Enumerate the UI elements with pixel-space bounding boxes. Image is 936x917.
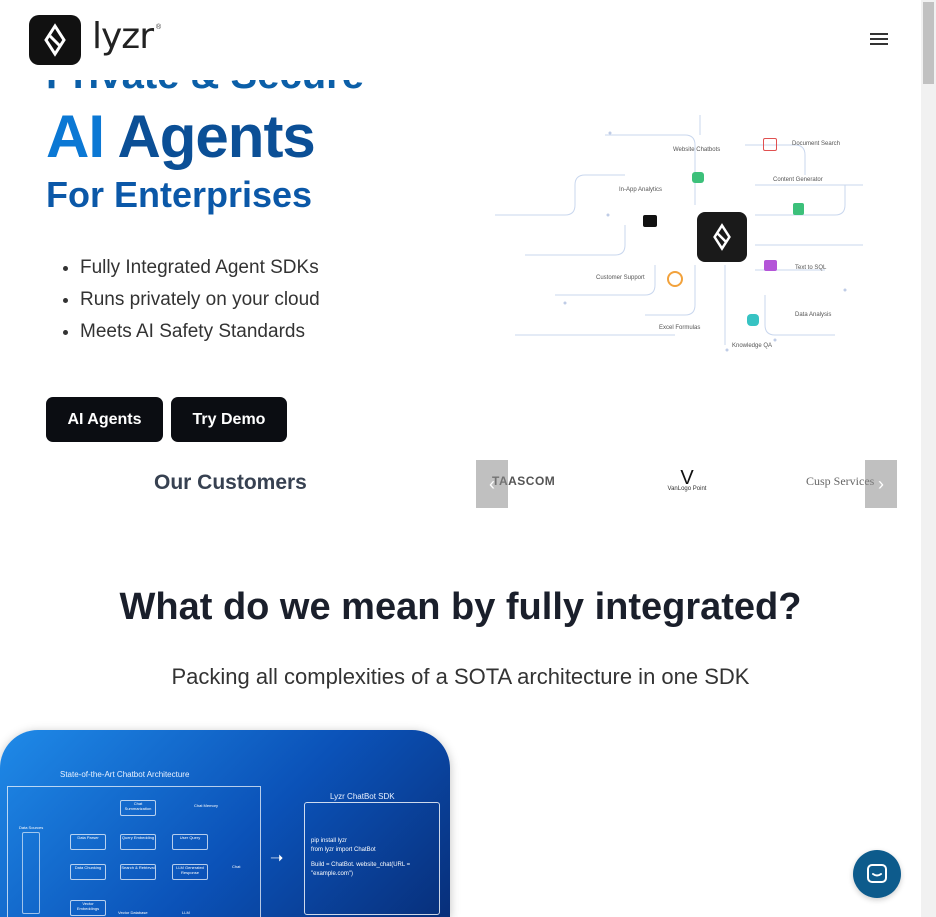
logo-trademark: ® bbox=[156, 24, 162, 31]
feature-item: Fully Integrated Agent SDKs bbox=[80, 252, 320, 284]
code-line: "example.com") bbox=[311, 871, 353, 877]
block-user-query: User Query bbox=[172, 834, 208, 850]
code-line: pip install lyzr bbox=[311, 838, 348, 844]
use-case-diagram: Website Chatbots Document Search In-App … bbox=[495, 95, 863, 385]
section-title: What do we mean by fully integrated? bbox=[119, 586, 802, 628]
block-chat: Chat bbox=[232, 864, 241, 869]
sdk-code-panel: pip install lyzr from lyzr import ChatBo… bbox=[304, 802, 440, 915]
node-in-app-analytics: In-App Analytics bbox=[619, 187, 663, 193]
carousel-next-button[interactable]: › bbox=[865, 460, 897, 508]
node-excel-formulas: Excel Formulas bbox=[659, 325, 701, 331]
section-subtitle: Packing all complexities of a SOTA archi… bbox=[171, 664, 750, 689]
feature-item: Runs privately on your cloud bbox=[80, 284, 320, 316]
hero-title-part2: Agents bbox=[117, 103, 315, 170]
block-search-retrieval: Search & Retrieval bbox=[120, 864, 156, 880]
brain-icon bbox=[747, 314, 759, 326]
chat-bubble-icon[interactable] bbox=[853, 850, 901, 898]
block-vector-database: Vector Database bbox=[118, 910, 148, 915]
hero-title-part1: AI bbox=[46, 103, 105, 170]
block-vector-embeddings: Vector Embeddings bbox=[70, 900, 106, 916]
block-chat-memory: Chat Memory bbox=[194, 803, 219, 808]
architecture-left-title: State-of-the-Art Chatbot Architecture bbox=[60, 770, 190, 779]
node-website-chatbots: Website Chatbots bbox=[673, 147, 721, 153]
customer-logo-vantage: V VanLogo Point bbox=[667, 467, 707, 492]
block-llm: LLM bbox=[182, 910, 190, 915]
block-chat-summarization: Chat Summarization bbox=[120, 800, 156, 816]
block-data-chunking: Data Chunking bbox=[70, 864, 106, 880]
feature-item: Meets AI Safety Standards bbox=[80, 316, 320, 348]
carousel-prev-button[interactable]: ‹ bbox=[476, 460, 508, 508]
chevron-left-icon: ‹ bbox=[489, 473, 495, 494]
node-text-to-sql: Text to SQL bbox=[795, 265, 827, 271]
data-sources-label: Data Sources bbox=[19, 825, 44, 830]
headset-icon bbox=[667, 271, 683, 287]
hero-subtitle: For Enterprises bbox=[46, 174, 313, 215]
page-scrollbar[interactable] bbox=[921, 0, 936, 917]
code-line: Build = ChatBot. website_chat(URL = bbox=[311, 862, 411, 868]
robot-icon bbox=[692, 172, 704, 183]
node-customer-support: Customer Support bbox=[596, 275, 645, 281]
architecture-card: State-of-the-Art Chatbot Architecture Ly… bbox=[0, 730, 450, 917]
architecture-right-title: Lyzr ChatBot SDK bbox=[330, 792, 395, 801]
hero-title: AI Agents bbox=[46, 103, 316, 170]
hamburger-menu-icon[interactable] bbox=[868, 30, 890, 50]
try-demo-button[interactable]: Try Demo bbox=[171, 397, 287, 442]
code-icon bbox=[764, 260, 777, 271]
code-line: from lyzr import ChatBot bbox=[311, 847, 376, 853]
ai-agents-button[interactable]: AI Agents bbox=[46, 397, 163, 442]
block-query-embedding: Query Embedding bbox=[120, 834, 156, 850]
feature-list: Fully Integrated Agent SDKs Runs private… bbox=[46, 252, 320, 348]
analytics-icon bbox=[643, 215, 657, 227]
scrollbar-thumb[interactable] bbox=[923, 2, 934, 84]
node-knowledge-qa: Knowledge QA bbox=[732, 343, 773, 349]
document-icon bbox=[793, 203, 804, 215]
block-data-parser: Data Parser bbox=[70, 834, 106, 850]
chevron-right-icon: › bbox=[878, 473, 884, 494]
node-data-analysis: Data Analysis bbox=[795, 312, 832, 318]
search-doc-icon bbox=[763, 138, 777, 151]
site-header: lyzr ® bbox=[0, 0, 921, 80]
node-content-generator: Content Generator bbox=[773, 177, 823, 183]
arrow-right-icon: ➝ bbox=[270, 850, 284, 867]
diagram-center-logo-icon bbox=[697, 212, 747, 262]
lyzr-logo-icon[interactable] bbox=[29, 15, 81, 65]
block-llm-response: LLM Generated Response bbox=[172, 864, 208, 880]
data-sources-stack bbox=[22, 832, 40, 914]
logo-wordmark[interactable]: lyzr bbox=[92, 16, 154, 57]
customers-title: Our Customers bbox=[154, 471, 307, 494]
node-document-search: Document Search bbox=[792, 141, 841, 147]
